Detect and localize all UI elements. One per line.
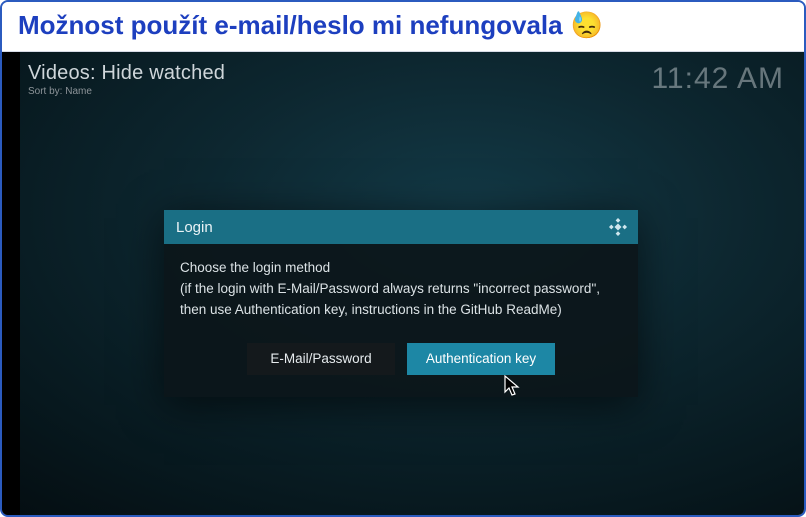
dialog-title: Login <box>176 219 213 236</box>
dialog-buttons: E-Mail/Password Authentication key <box>164 329 638 397</box>
annotated-frame: Možnost použít e-mail/heslo mi nefungova… <box>0 0 806 517</box>
clock: 11:42 AM <box>651 62 784 96</box>
sort-label: Sort by: Name <box>28 86 225 97</box>
email-password-button[interactable]: E-Mail/Password <box>247 343 395 375</box>
caption-bar: Možnost použít e-mail/heslo mi nefungova… <box>2 2 804 52</box>
dialog-header: Login <box>164 210 638 244</box>
caption-text: Možnost použít e-mail/heslo mi nefungova… <box>18 10 563 41</box>
breadcrumb: Videos: Hide watched <box>28 62 225 85</box>
dialog-body-line2: (if the login with E-Mail/Password alway… <box>180 279 622 321</box>
login-dialog: Login Choose the login method <box>164 210 638 397</box>
sad-sweat-emoji: 😓 <box>571 10 603 41</box>
dialog-body-line1: Choose the login method <box>180 258 622 279</box>
authentication-key-button[interactable]: Authentication key <box>407 343 555 375</box>
kodi-screenshot: Videos: Hide watched Sort by: Name 11:42… <box>2 52 804 515</box>
dialog-body: Choose the login method (if the login wi… <box>164 244 638 329</box>
kodi-logo-icon <box>608 217 628 237</box>
top-left-info: Videos: Hide watched Sort by: Name <box>28 62 225 97</box>
left-bezel <box>2 52 20 515</box>
